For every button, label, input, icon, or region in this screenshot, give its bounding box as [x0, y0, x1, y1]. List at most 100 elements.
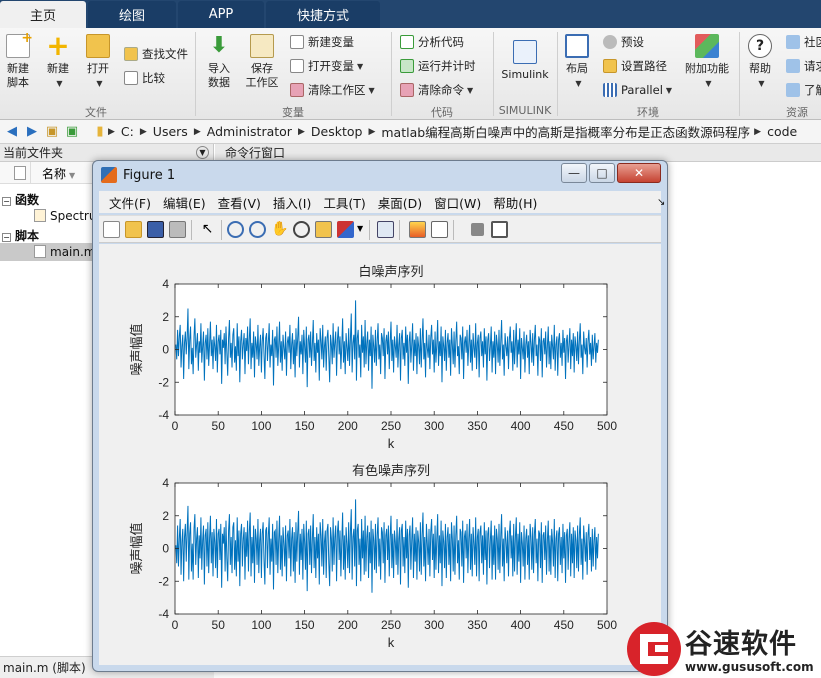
find-files-button[interactable]: 查找文件: [124, 44, 188, 64]
menu-edit[interactable]: 编辑(E): [163, 193, 206, 212]
minimize-button[interactable]: —: [561, 163, 587, 183]
print-icon[interactable]: [169, 221, 186, 238]
hide-plot-tools-icon[interactable]: [471, 223, 484, 236]
panel-menu-icon[interactable]: ▼: [196, 146, 209, 159]
x-tick-label-0-7: 350: [467, 419, 487, 433]
run-and-time-button[interactable]: 运行并计时: [400, 56, 476, 76]
tab-plots[interactable]: 绘图: [88, 1, 176, 28]
help-button[interactable]: ? 帮助 ▼: [746, 34, 774, 91]
brush-icon[interactable]: [337, 221, 354, 238]
tree-group-scripts-label: 脚本: [15, 229, 40, 243]
collapse-minus-icon[interactable]: −: [2, 197, 11, 206]
up-folder-icon[interactable]: ▣: [44, 124, 60, 140]
parallel-button[interactable]: Parallel ▼: [603, 80, 672, 100]
import-data-button[interactable]: ⬇ 导入 数据: [204, 34, 234, 90]
tab-home[interactable]: 主页: [0, 1, 86, 28]
path-separator-icon: ▶: [754, 126, 762, 137]
y-axis-label-1: 噪声幅值: [129, 522, 145, 574]
collapse-minus-icon[interactable]: −: [2, 233, 11, 242]
matlab-logo-icon: [101, 167, 117, 183]
new-figure-icon[interactable]: [103, 221, 120, 238]
zoom-out-icon[interactable]: [249, 221, 266, 238]
close-button[interactable]: ✕: [617, 163, 661, 183]
brush-dropdown-chevron-icon[interactable]: ▼: [357, 224, 363, 233]
toolbar-separator: [399, 220, 400, 240]
legend-icon[interactable]: [431, 221, 448, 238]
new-script-button[interactable]: + 新建 脚本: [4, 31, 33, 90]
breadcrumb-code[interactable]: code: [767, 124, 797, 139]
show-plot-tools-icon[interactable]: [491, 221, 508, 238]
set-path-button[interactable]: 设置路径: [603, 56, 667, 76]
menu-window[interactable]: 窗口(W): [434, 193, 481, 212]
folder-icon: ▮: [96, 124, 104, 139]
pan-hand-icon[interactable]: ✋: [271, 221, 288, 238]
colorbar-icon[interactable]: [409, 221, 426, 238]
maximize-button[interactable]: □: [589, 163, 615, 183]
x-tick-label-0-9: 450: [554, 419, 574, 433]
x-tick-label-1-2: 100: [251, 618, 271, 632]
open-variable-button[interactable]: 打开变量 ▼: [290, 56, 363, 76]
menu-tools[interactable]: 工具(T): [323, 193, 365, 212]
open-variable-label: 打开变量: [308, 59, 354, 73]
folder-icon: [603, 59, 617, 73]
forward-arrow-icon[interactable]: ▶: [24, 124, 40, 140]
y-tick-label-0-0: -4: [158, 408, 169, 422]
learn-matlab-button[interactable]: 了解: [786, 80, 821, 100]
data-cursor-icon[interactable]: [315, 221, 332, 238]
menu-file[interactable]: 文件(F): [109, 193, 151, 212]
breadcrumb-administrator[interactable]: Administrator: [207, 124, 292, 139]
import-label-2: 数据: [208, 76, 230, 89]
add-ons-cubes-icon: [695, 34, 719, 58]
compare-button[interactable]: 比较: [124, 68, 165, 88]
find-files-label: 查找文件: [142, 47, 188, 61]
learn-icon: [786, 83, 800, 97]
save-workspace-button[interactable]: 保存 工作区: [244, 34, 280, 90]
tab-apps[interactable]: APP: [178, 1, 264, 28]
rotate-3d-icon[interactable]: [293, 221, 310, 238]
figure-toolbar: ↖ ✋ ▼: [99, 215, 661, 243]
breadcrumb-project[interactable]: matlab编程高斯白噪声中的高斯是指概率分布是正态函数源码程序: [381, 122, 750, 141]
link-plot-icon[interactable]: [377, 221, 394, 238]
tree-group-functions[interactable]: − 函数: [2, 191, 39, 208]
zoom-in-icon[interactable]: [227, 221, 244, 238]
new-variable-button[interactable]: 新建变量: [290, 32, 354, 52]
column-header-name[interactable]: 名称 ▼: [42, 165, 75, 182]
tree-group-scripts[interactable]: − 脚本: [2, 227, 39, 244]
open-button[interactable]: 打开 ▼: [84, 34, 112, 91]
y-tick-label-1-3: 2: [162, 509, 169, 523]
menu-view[interactable]: 查看(V): [218, 193, 261, 212]
clear-commands-button[interactable]: 清除命令 ▼: [400, 80, 473, 100]
browse-folder-icon[interactable]: ▣: [64, 124, 80, 140]
menu-help[interactable]: 帮助(H): [493, 193, 537, 212]
back-arrow-icon[interactable]: ◀: [4, 124, 20, 140]
request-support-button[interactable]: 请求: [786, 56, 821, 76]
simulink-button[interactable]: Simulink: [498, 34, 552, 82]
open-file-icon[interactable]: [125, 221, 142, 238]
x-tick-label-1-7: 350: [467, 618, 487, 632]
add-ons-button[interactable]: 附加功能 ▼: [684, 34, 730, 91]
breadcrumb-desktop[interactable]: Desktop: [311, 124, 363, 139]
menu-desktop[interactable]: 桌面(D): [378, 193, 422, 212]
chevron-down-icon: ▼: [56, 79, 63, 88]
figure-title-bar[interactable]: Figure 1 — □ ✕: [93, 161, 667, 189]
new-variable-label: 新建变量: [308, 35, 354, 49]
tab-shortcuts[interactable]: 快捷方式: [266, 1, 380, 28]
breadcrumb-drive[interactable]: C:: [121, 124, 134, 139]
new-button[interactable]: + 新建 ▼: [44, 32, 72, 91]
matlab-desktop: 主页 绘图 APP 快捷方式 + 新建 脚本 + 新建 ▼ 打开 ▼ 查找文件 比较…: [0, 0, 821, 678]
group-label-code: 代码: [431, 106, 453, 119]
preferences-button[interactable]: 预设: [603, 32, 644, 52]
dock-arrow-icon[interactable]: ↘: [657, 197, 665, 208]
watermark-brand: 谷速软件: [685, 629, 797, 660]
breadcrumb-users[interactable]: Users: [153, 124, 188, 139]
cursor-arrow-icon[interactable]: ↖: [199, 221, 216, 238]
figure-window: Figure 1 — □ ✕ 文件(F) 编辑(E) 查看(V) 插入(I) 工…: [92, 160, 668, 672]
y-tick-label-0-1: -2: [158, 375, 169, 389]
new-script-icon: +: [6, 31, 33, 58]
menu-insert[interactable]: 插入(I): [273, 193, 311, 212]
layout-button[interactable]: 布局 ▼: [562, 34, 592, 91]
analyze-code-button[interactable]: 分析代码: [400, 32, 464, 52]
clear-workspace-button[interactable]: 清除工作区 ▼: [290, 80, 375, 100]
community-button[interactable]: 社区: [786, 32, 821, 52]
save-figure-icon[interactable]: [147, 221, 164, 238]
